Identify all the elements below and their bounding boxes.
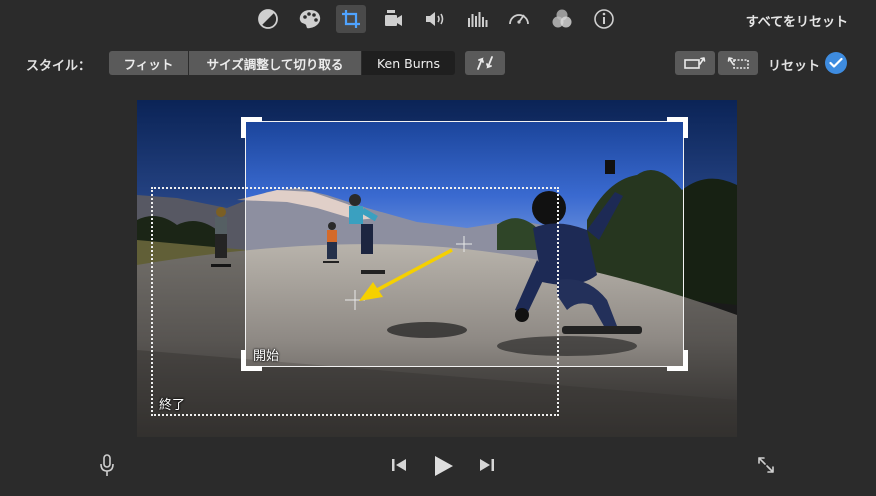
fullscreen-icon	[758, 457, 774, 473]
swap-start-end-button[interactable]	[465, 51, 505, 75]
stabilization-icon	[385, 10, 402, 26]
set-end-icon	[727, 57, 749, 69]
set-start-icon	[684, 57, 706, 69]
color-correction-icon	[299, 10, 321, 29]
next-icon	[480, 459, 494, 471]
info-button[interactable]	[589, 5, 619, 33]
noise-reduction-button[interactable]	[462, 5, 492, 33]
color-balance-button[interactable]	[253, 5, 283, 33]
previous-button[interactable]	[388, 454, 410, 476]
style-label: スタイル：	[26, 59, 92, 74]
color-balance-icon	[258, 9, 278, 29]
crop-style-row: スタイル： フィット サイズ調整して切り取る Ken Burns リセット	[0, 51, 876, 77]
set-start-button[interactable]	[675, 51, 715, 75]
clip-filter-button[interactable]	[547, 5, 577, 33]
play-button[interactable]	[428, 451, 458, 481]
crop-icon	[342, 10, 360, 28]
noise-reduction-icon	[468, 12, 488, 27]
checkmark-icon	[829, 57, 843, 68]
play-icon	[435, 456, 453, 476]
crop-to-fill-button[interactable]: サイズ調整して切り取る	[189, 51, 361, 75]
crop-button[interactable]	[336, 5, 366, 33]
ken-burns-motion-arrow	[345, 236, 472, 310]
voiceover-button[interactable]	[97, 452, 117, 478]
speed-button[interactable]	[504, 5, 534, 33]
info-icon	[594, 9, 614, 29]
fit-button[interactable]: フィット	[109, 51, 188, 75]
start-frame-label: 開始	[253, 349, 280, 364]
swap-icon	[477, 56, 493, 70]
speed-icon	[509, 14, 529, 25]
previous-icon	[392, 459, 406, 471]
ken-burns-button[interactable]: Ken Burns	[362, 51, 455, 75]
clip-filter-icon	[552, 9, 572, 28]
set-end-button[interactable]	[718, 51, 758, 75]
volume-icon	[426, 12, 444, 26]
microphone-icon	[100, 454, 114, 476]
playback-controls	[0, 448, 876, 488]
apply-button[interactable]	[825, 52, 847, 74]
reset-all-button[interactable]: すべてをリセット	[746, 11, 848, 30]
video-viewer[interactable]: 開始 終了	[137, 100, 737, 437]
next-button[interactable]	[476, 454, 498, 476]
color-correction-button[interactable]	[295, 5, 325, 33]
stabilization-button[interactable]	[378, 5, 408, 33]
volume-button[interactable]	[420, 5, 450, 33]
end-frame-label: 終了	[159, 398, 186, 413]
reset-button[interactable]: リセット	[768, 55, 820, 74]
adjustments-toolbar: すべてをリセット	[0, 0, 876, 40]
fullscreen-button[interactable]	[754, 453, 778, 477]
